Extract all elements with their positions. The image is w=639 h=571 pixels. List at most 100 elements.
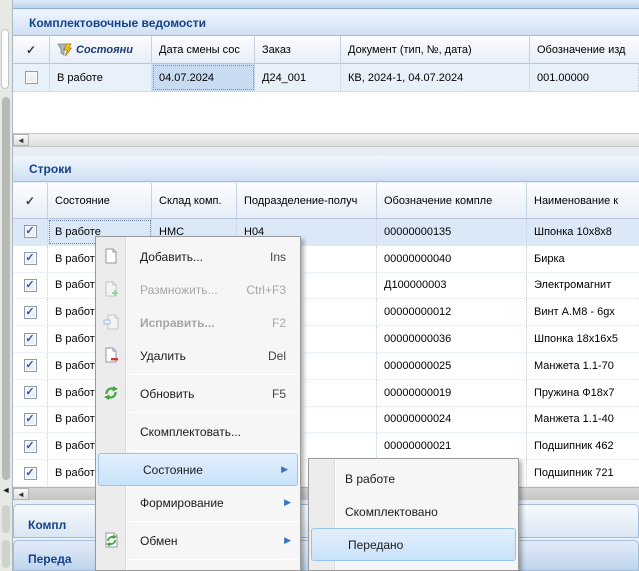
- state-submenu: В работе Скомплектовано Передано: [308, 458, 519, 571]
- cell-name[interactable]: Шпонка 18х16х5: [527, 326, 639, 352]
- left-panel-handle[interactable]: [1, 29, 9, 89]
- menu-item-edit[interactable]: Исправить... F2: [96, 306, 300, 339]
- menu-item-label: Добавить...: [140, 250, 203, 264]
- menu-item-label: Обмен: [140, 534, 178, 548]
- vedomosti-cell-document[interactable]: КВ, 2024-1, 04.07.2024: [341, 64, 530, 91]
- checkbox-checked[interactable]: ✓: [24, 333, 37, 346]
- vedomosti-cell-state[interactable]: В работе: [50, 64, 152, 91]
- vedomosti-col-designation[interactable]: Обозначение изд: [530, 36, 639, 64]
- check-column-icon: ✓: [25, 194, 35, 208]
- stroki-col-code[interactable]: Обозначение компле: [377, 183, 527, 219]
- checkmark-icon: ✓: [25, 307, 34, 317]
- cell-name[interactable]: Подшипник 721: [527, 460, 639, 486]
- menu-item-label: Исправить...: [140, 316, 215, 330]
- duplicate-document-icon: [103, 281, 119, 297]
- stroki-col-warehouse[interactable]: Склад комп.: [152, 183, 237, 219]
- cell-code[interactable]: 00000000024: [377, 407, 527, 433]
- checkbox-checked[interactable]: ✓: [24, 306, 37, 319]
- cell-code[interactable]: 00000000012: [377, 299, 527, 325]
- menu-item-exchange[interactable]: Обмен ▶: [96, 524, 300, 557]
- panel-title-vedomosti: Комплектовочные ведомости: [13, 9, 639, 36]
- cell-code[interactable]: 00000000036: [377, 326, 527, 352]
- checkbox-checked[interactable]: ✓: [24, 413, 37, 426]
- submenu-item-assembled[interactable]: Скомплектовано: [309, 495, 518, 528]
- cell-code[interactable]: 00000000021: [377, 433, 527, 459]
- menu-item-label: Формирование: [140, 496, 224, 510]
- submenu-item-partial[interactable]: [309, 561, 518, 571]
- vedomosti-col-date[interactable]: Дата смены сос: [152, 36, 255, 64]
- vedomosti-col-check[interactable]: ✓: [13, 36, 50, 64]
- vedomosti-cell-order[interactable]: Д24_001: [255, 64, 341, 91]
- left-panel-handle-bottom2[interactable]: [2, 540, 10, 568]
- stroki-col-name[interactable]: Наименование к: [527, 183, 639, 219]
- vedomosti-col-document[interactable]: Документ (тип, №, дата): [341, 36, 530, 64]
- vedomosti-col-state[interactable]: Состояни: [50, 36, 152, 64]
- scroll-left-icon[interactable]: ◄: [13, 134, 29, 146]
- menu-item-refresh[interactable]: Обновить F5: [96, 377, 300, 410]
- cell-name[interactable]: Электромагнит: [527, 273, 639, 299]
- checkbox-checked[interactable]: ✓: [24, 386, 37, 399]
- vedomosti-row-checkbox-cell: [13, 64, 50, 91]
- row-checkbox-cell: ✓: [13, 353, 48, 379]
- row-checkbox-cell: ✓: [13, 460, 48, 486]
- menu-item-label: Обновить: [140, 387, 194, 401]
- checkbox-checked[interactable]: ✓: [24, 440, 37, 453]
- left-panel-handle-bottom1[interactable]: [2, 505, 10, 533]
- vedomosti-row[interactable]: В работе 04.07.2024 Д24_001 КВ, 2024-1, …: [13, 64, 639, 92]
- checkbox-checked[interactable]: ✓: [24, 467, 37, 480]
- checkmark-icon: ✓: [25, 360, 34, 370]
- checkbox-checked[interactable]: ✓: [24, 225, 37, 238]
- left-scrollbar-thumb[interactable]: [2, 97, 10, 480]
- window-top-strip: [13, 0, 639, 9]
- scroll-left-icon[interactable]: ◄: [13, 488, 29, 500]
- app-window: ◄ Комплектовочные ведомости ✓ Состояни Д…: [0, 0, 639, 571]
- cell-name[interactable]: Пружина Ф18х7: [527, 380, 639, 406]
- vedomosti-col-order[interactable]: Заказ: [255, 36, 341, 64]
- vedomosti-col-state-label: Состояни: [76, 44, 133, 56]
- cell-name[interactable]: Винт А.М8 - 6gx: [527, 299, 639, 325]
- collapse-left-icon[interactable]: ◄: [0, 483, 12, 497]
- checkmark-icon: ✓: [25, 468, 34, 478]
- menu-item-add[interactable]: Добавить... Ins: [96, 240, 300, 273]
- vedomosti-cell-designation[interactable]: 001.00000: [530, 64, 639, 91]
- menu-item-formation[interactable]: Формирование ▶: [96, 486, 300, 519]
- cell-code[interactable]: Д100000003: [377, 273, 527, 299]
- vedomosti-cell-date[interactable]: 04.07.2024: [152, 64, 255, 91]
- checkmark-icon: ✓: [25, 226, 34, 236]
- delete-document-icon: [103, 347, 119, 363]
- cell-name[interactable]: Шпонка 10х8х8: [527, 219, 639, 245]
- cell-code[interactable]: 00000000040: [377, 246, 527, 272]
- vedomosti-hscrollbar[interactable]: ◄: [13, 133, 639, 147]
- menu-item-delete[interactable]: Удалить Del: [96, 339, 300, 372]
- submenu-item-in-work[interactable]: В работе: [309, 462, 518, 495]
- cell-name[interactable]: Манжета 1.1-40: [527, 407, 639, 433]
- submenu-item-transferred[interactable]: Передано: [311, 528, 516, 561]
- checkbox-checked[interactable]: ✓: [24, 252, 37, 265]
- cell-code[interactable]: 00000000135: [377, 219, 527, 245]
- stroki-col-department[interactable]: Подразделение-получ: [237, 183, 377, 219]
- row-checkbox-cell: ✓: [13, 273, 48, 299]
- checkmark-icon: ✓: [25, 280, 34, 290]
- submenu-item-label: В работе: [345, 472, 395, 486]
- checkbox-checked[interactable]: ✓: [24, 359, 37, 372]
- checkbox-unchecked[interactable]: [25, 71, 38, 84]
- stroki-col-state[interactable]: Состояние: [48, 183, 152, 219]
- cell-code[interactable]: 00000000025: [377, 353, 527, 379]
- checkmark-icon: ✓: [25, 441, 34, 451]
- filter-lightning-icon: [57, 43, 73, 57]
- menu-item-label: Размножить...: [140, 283, 218, 297]
- menu-item-label: Состояние: [143, 463, 203, 477]
- menu-item-state[interactable]: Состояние ▶: [98, 453, 298, 486]
- menu-item-assemble[interactable]: Скомплектовать...: [96, 415, 300, 448]
- menu-item-duplicate[interactable]: Размножить... Ctrl+F3: [96, 273, 300, 306]
- cell-name[interactable]: Манжета 1.1-70: [527, 353, 639, 379]
- stroki-col-check[interactable]: ✓: [13, 183, 48, 219]
- submenu-arrow-icon: ▶: [284, 535, 291, 546]
- menu-item-partial[interactable]: [96, 562, 300, 571]
- cell-name[interactable]: Подшипник 462: [527, 433, 639, 459]
- checkbox-checked[interactable]: ✓: [24, 279, 37, 292]
- cell-name[interactable]: Бирка: [527, 246, 639, 272]
- vedomosti-header-row: ✓ Состояни Дата смены сос Заказ Документ…: [13, 36, 639, 64]
- cell-code[interactable]: 00000000019: [377, 380, 527, 406]
- row-checkbox-cell: ✓: [13, 407, 48, 433]
